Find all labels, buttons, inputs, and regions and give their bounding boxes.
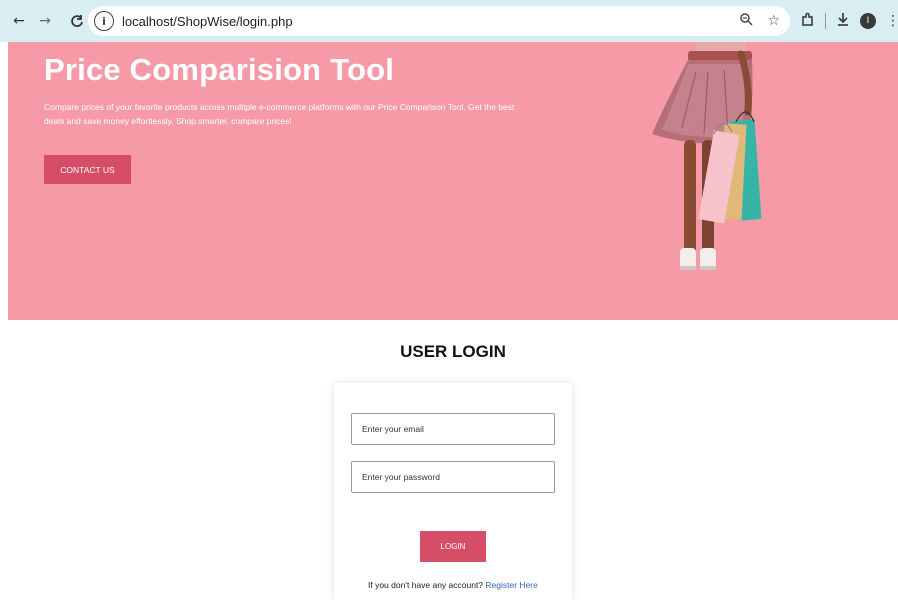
email-field[interactable] <box>351 413 555 445</box>
password-field[interactable] <box>351 461 555 493</box>
login-heading: USER LOGIN <box>400 342 506 361</box>
bookmark-star-icon[interactable]: ☆ <box>767 13 780 29</box>
toolbar-divider <box>825 13 826 29</box>
site-info-icon[interactable]: i <box>94 11 114 31</box>
address-bar[interactable]: i localhost/ShopWise/login.php ☆ <box>88 6 790 36</box>
forward-icon[interactable]: → <box>34 10 56 32</box>
zoom-icon[interactable] <box>739 12 753 30</box>
register-prompt: If you don't have any account? Register … <box>368 580 538 590</box>
url-text[interactable]: localhost/ShopWise/login.php <box>122 14 293 29</box>
hero-banner: Price Comparision Tool Compare prices of… <box>8 42 898 320</box>
back-icon[interactable]: ← <box>8 10 30 32</box>
register-link[interactable]: Register Here <box>485 580 537 590</box>
register-prompt-text: If you don't have any account? <box>368 580 484 590</box>
profile-avatar[interactable]: I <box>860 13 876 29</box>
shopper-illustration <box>652 42 762 270</box>
extensions-icon[interactable] <box>800 12 815 31</box>
hero-title: Price Comparision Tool <box>44 52 395 87</box>
login-button[interactable]: LOGIN <box>420 531 486 562</box>
contact-us-button[interactable]: CONTACT US <box>44 155 131 184</box>
menu-kebab-icon[interactable]: ⋮ <box>886 13 898 29</box>
hero-description: Compare prices of your favorite products… <box>44 102 515 126</box>
browser-toolbar: ← → i localhost/ShopWise/login.php ☆ I ⋮ <box>0 0 898 42</box>
downloads-icon[interactable] <box>836 12 850 30</box>
reload-icon[interactable] <box>66 10 88 32</box>
